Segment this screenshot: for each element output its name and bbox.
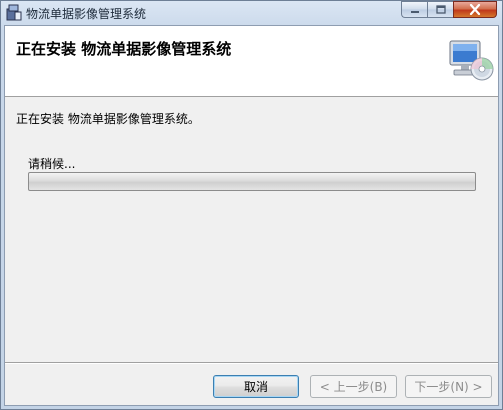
next-button[interactable]: 下一步(N) > <box>405 375 492 398</box>
minimize-button[interactable] <box>401 1 427 18</box>
close-icon <box>469 4 481 15</box>
computer-cd-icon <box>449 40 494 81</box>
caption-buttons <box>401 1 497 19</box>
cancel-button[interactable]: 取消 <box>213 375 299 398</box>
please-wait-label: 请稍候... <box>28 157 76 171</box>
maximize-icon <box>435 5 446 14</box>
minimize-icon <box>410 10 419 13</box>
install-status-text: 正在安装 物流单据影像管理系统。 <box>16 112 200 126</box>
close-button[interactable] <box>453 1 497 18</box>
installer-window: 物流单据影像管理系统 正在安装 物流单据影像管理系统 正在安装 物流单据影像管理… <box>0 0 503 410</box>
dialog-client-area: 正在安装 物流单据影像管理系统 正在安装 物流单据影像管理系统。 请稍候... … <box>4 25 499 406</box>
header-banner: 正在安装 物流单据影像管理系统 <box>5 26 498 97</box>
window-title: 物流单据影像管理系统 <box>26 7 147 21</box>
title-bar[interactable]: 物流单据影像管理系统 <box>1 1 502 25</box>
banner-heading: 正在安装 物流单据影像管理系统 <box>16 40 232 58</box>
back-button[interactable]: < 上一步(B) <box>310 375 397 398</box>
maximize-button[interactable] <box>427 1 453 18</box>
installer-icon <box>6 4 22 21</box>
install-progress-bar <box>28 172 476 191</box>
footer-divider <box>5 362 498 364</box>
